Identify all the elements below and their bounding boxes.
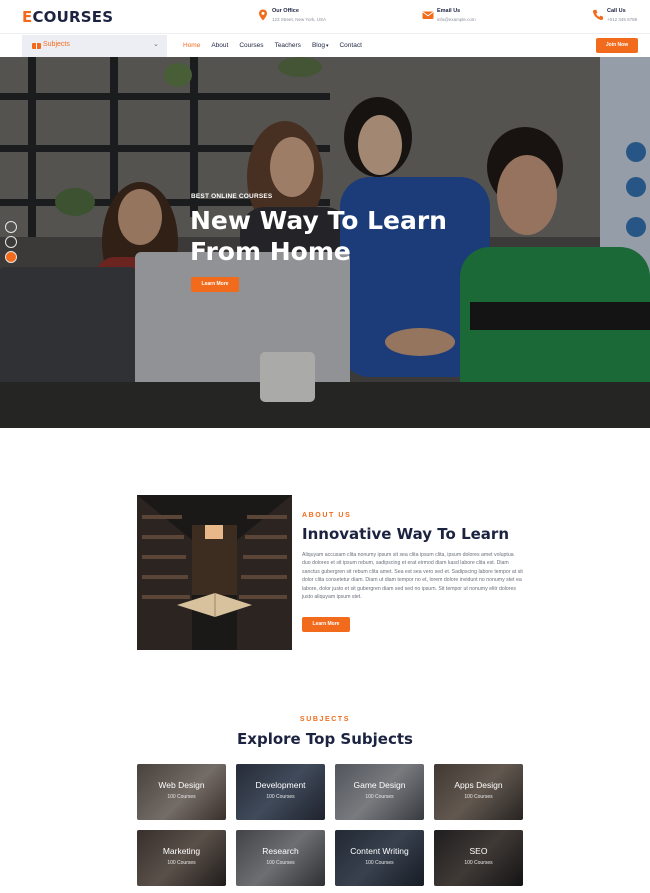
hero-kicker: BEST ONLINE COURSES [191,193,273,200]
subject-name: Web Design [158,780,205,790]
subject-count: 100 Courses [266,860,295,866]
nav-link-teachers[interactable]: Teachers [275,42,301,49]
logo[interactable]: ECOURSES [22,8,113,26]
subject-count: 100 Courses [464,794,493,800]
card-shade [335,764,424,820]
nav-links: Home About Courses Teachers Blog▾ Contac… [183,42,362,49]
subject-card-apps-design[interactable]: Apps Design 100 Courses [434,764,523,820]
subject-card-research[interactable]: Research 100 Courses [236,830,325,886]
subject-card-seo[interactable]: SEO 100 Courses [434,830,523,886]
book-icon [32,43,41,49]
subject-count: 100 Courses [266,794,295,800]
carousel-dot-3[interactable] [5,251,17,263]
contact-value[interactable]: +012 345 6789 [607,17,637,22]
nav-link-contact[interactable]: Contact [339,42,361,49]
nav-link-courses[interactable]: Courses [239,42,263,49]
carousel-dot-2[interactable] [5,236,17,248]
subject-name: Research [262,846,299,856]
nav-link-home[interactable]: Home [183,42,200,49]
subject-card-content-writing[interactable]: Content Writing 100 Courses [335,830,424,886]
hero-title-line: From Home [190,237,351,266]
contact-title: Call Us [607,8,626,14]
subject-name: Apps Design [454,780,503,790]
nav-link-blog[interactable]: Blog▾ [312,42,329,49]
subject-count: 100 Courses [365,860,394,866]
subject-card-web-design[interactable]: Web Design 100 Courses [137,764,226,820]
subject-name: Content Writing [350,846,409,856]
contact-value[interactable]: info@example.com [437,17,476,22]
card-shade [434,764,523,820]
join-now-button[interactable]: Join Now [596,38,638,53]
about-image [137,495,292,650]
map-marker-icon [259,9,267,21]
chevron-down-icon: ⌄ [153,41,159,48]
subjects-dropdown-label: Subjects [43,41,70,48]
subject-card-game-design[interactable]: Game Design 100 Courses [335,764,424,820]
hero-title-line: New Way To Learn [190,206,447,235]
contact-title: Email Us [437,8,461,14]
subjects-dropdown[interactable]: Subjects ⌄ [22,35,167,57]
subject-count: 100 Courses [365,794,394,800]
subject-card-marketing[interactable]: Marketing 100 Courses [137,830,226,886]
card-shade [236,830,325,886]
contact-title: Our Office [272,8,299,14]
contact-value: 123 Street, New York, USA [272,17,327,22]
nav-link-about[interactable]: About [211,42,228,49]
nav-link-blog-label: Blog [311,42,325,49]
top-bar: ECOURSES Our Office 123 Street, New York… [0,0,650,33]
subject-name: Development [255,780,306,790]
card-shade [236,764,325,820]
card-shade [137,830,226,886]
subjects-title: Explore Top Subjects [237,730,413,748]
subject-card-development[interactable]: Development 100 Courses [236,764,325,820]
subject-name: SEO [469,846,488,856]
hero-carousel: BEST ONLINE COURSES New Way To Learn Fro… [0,57,650,428]
subject-count: 100 Courses [167,860,196,866]
subject-name: Game Design [353,780,406,790]
card-shade [434,830,523,886]
about-learn-more-button[interactable]: Learn More [302,617,350,632]
carousel-dot-1[interactable] [5,221,17,233]
hero-title: New Way To Learn From Home [190,205,520,267]
phone-icon [592,9,604,21]
subject-name: Marketing [162,846,201,856]
envelope-icon [422,11,434,19]
main-navbar: Subjects ⌄ Home About Courses Teachers B… [0,33,650,57]
subject-count: 100 Courses [464,860,493,866]
card-shade [137,764,226,820]
about-text: Aliquyam accusam clita nonumy ipsum sit … [302,552,523,601]
hero-learn-more-button[interactable]: Learn More [191,277,239,292]
subjects-eyebrow: SUBJECTS [299,716,351,723]
card-shade [335,830,424,886]
caret-down-icon: ▾ [325,43,329,49]
about-eyebrow: ABOUT US [302,512,352,519]
about-title: Innovative Way To Learn [302,525,509,543]
subject-count: 100 Courses [167,794,196,800]
library-photo [137,495,292,650]
